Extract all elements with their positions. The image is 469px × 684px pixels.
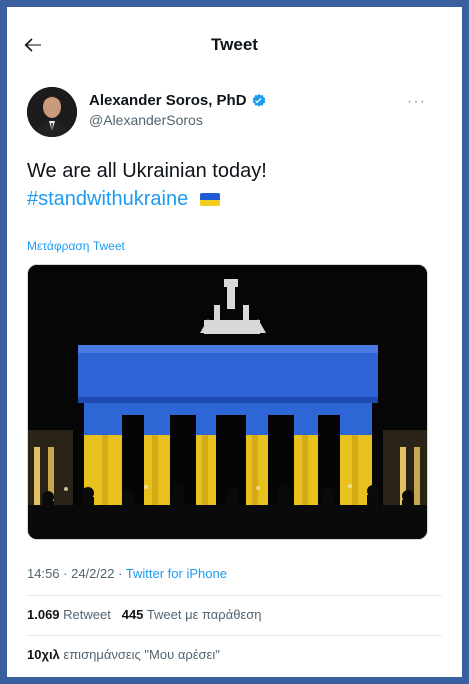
quote-tweets-link[interactable]: 445 Tweet με παράθεση	[122, 607, 262, 622]
retweets-count: 1.069	[27, 607, 60, 622]
hashtag-line: #standwithukraine	[27, 185, 267, 213]
translate-tweet-link[interactable]: Μετάφραση Tweet	[27, 239, 125, 253]
page-title: Tweet	[211, 35, 258, 54]
more-options-icon[interactable]: ···	[407, 93, 426, 111]
divider	[27, 595, 442, 596]
author-name-text[interactable]: Alexander Soros, PhD	[89, 92, 247, 109]
retweets-label: Retweet	[63, 607, 111, 622]
tweet-text: We are all Ukrainian today! #standwithuk…	[27, 157, 267, 213]
tweet-timestamp[interactable]: 14:56 · 24/2/22 ·	[27, 566, 126, 581]
author-name[interactable]: Alexander Soros, PhD	[89, 92, 267, 109]
ukraine-flag-icon	[199, 193, 220, 207]
likes-label: επισημάνσεις "Μου αρέσει"	[63, 647, 220, 662]
avatar[interactable]	[27, 87, 77, 137]
quotes-count: 445	[121, 607, 144, 622]
tweet-card: Tweet Alexander Soros, PhD @AlexanderSor…	[7, 7, 462, 677]
author-handle[interactable]: @AlexanderSoros	[89, 112, 203, 128]
tweet-image[interactable]	[27, 264, 428, 540]
hashtag-link[interactable]: #standwithukraine	[27, 188, 188, 210]
like-stats: 10χιλ επισημάνσεις "Μου αρέσει"	[27, 647, 220, 662]
tweet-body: We are all Ukrainian today!	[27, 160, 267, 182]
verified-badge-icon	[251, 93, 267, 109]
tweet-meta: 14:56 · 24/2/22 · Twitter for iPhone	[27, 566, 227, 581]
retweet-stats: 1.069 Retweet 445 Tweet με παράθεση	[27, 607, 262, 622]
likes-count: 10χιλ	[27, 647, 60, 662]
header-bar: Tweet	[7, 7, 462, 87]
tweet-source-link[interactable]: Twitter for iPhone	[126, 566, 227, 581]
quotes-label: Tweet με παράθεση	[146, 607, 262, 622]
retweets-link[interactable]: 1.069 Retweet	[27, 607, 111, 622]
likes-link[interactable]: 10χιλ επισημάνσεις "Μου αρέσει"	[27, 647, 220, 662]
divider	[27, 635, 442, 636]
